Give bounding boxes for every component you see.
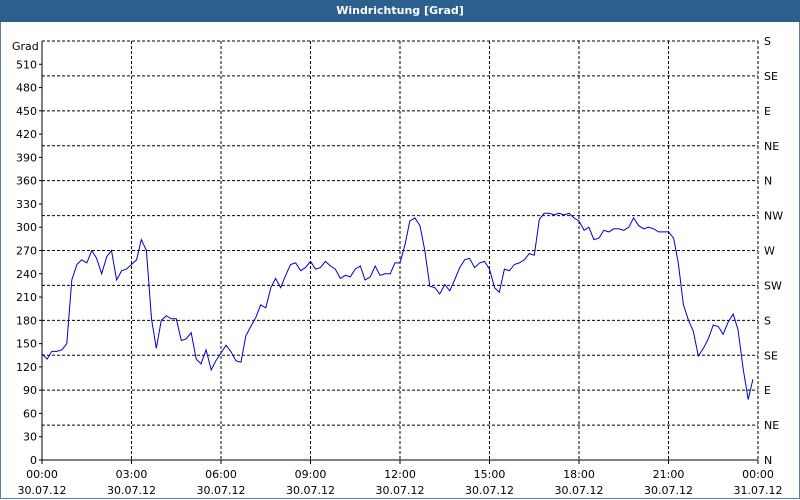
- y-tick-label: 90: [23, 384, 37, 397]
- x-tick-time: 00:00: [742, 468, 774, 481]
- wind-direction-chart: Grad 0 30 60 90 120 150 180 210 240 270 300 330 360 3…: [12, 35, 783, 497]
- compass-tick-label: N: [764, 175, 772, 188]
- compass-tick-label: N: [764, 454, 772, 467]
- x-tick-date: 30.07.12: [197, 484, 246, 497]
- y-tick-label: 390: [16, 151, 37, 164]
- x-tick-date: 30.07.12: [107, 484, 156, 497]
- compass-tick-label: SE: [764, 349, 778, 362]
- y-tick-label: 480: [16, 82, 37, 95]
- y-tick-label: 300: [16, 221, 37, 234]
- y-tick-label: 120: [16, 361, 37, 374]
- grid-lines: [41, 40, 759, 461]
- y-tick-label: 420: [16, 128, 37, 141]
- y-tick-label: 450: [16, 105, 37, 118]
- compass-tick-label: NW: [764, 210, 783, 223]
- x-tick-date: 31.07.12: [734, 484, 783, 497]
- y-tick-labels: 0 30 60 90 120 150 180 210 240 270 300 330 360 390 420…: [16, 58, 42, 467]
- x-tick-time: 03:00: [116, 468, 148, 481]
- compass-tick-label: SE: [764, 70, 778, 83]
- compass-tick-label: S: [764, 314, 771, 327]
- y-tick-label: 270: [16, 245, 37, 258]
- x-tick-date: 30.07.12: [286, 484, 335, 497]
- x-tick-time: 12:00: [384, 468, 416, 481]
- compass-tick-label: NE: [764, 140, 779, 153]
- y-tick-label: 210: [16, 291, 37, 304]
- compass-tick-label: E: [764, 384, 771, 397]
- y-tick-label: 240: [16, 268, 37, 281]
- x-tick-date: 30.07.12: [644, 484, 693, 497]
- x-tick-time: 15:00: [474, 468, 506, 481]
- y-tick-label: 60: [23, 407, 37, 420]
- y-axis-label: Grad: [12, 40, 39, 53]
- x-tick-labels: 00:00 30.07.12 03:00 30.07.12 06:00 30.07.12 0…: [18, 460, 783, 497]
- x-tick-date: 30.07.12: [555, 484, 604, 497]
- x-tick-time: 21:00: [653, 468, 685, 481]
- x-tick-date: 30.07.12: [465, 484, 514, 497]
- y-tick-label: 180: [16, 314, 37, 327]
- compass-tick-label: W: [764, 245, 775, 258]
- x-tick-time: 00:00: [26, 468, 58, 481]
- compass-tick-label: SW: [764, 279, 782, 292]
- series-line-windrichtung: [41, 212, 754, 400]
- x-tick-date: 30.07.12: [18, 484, 67, 497]
- x-tick-time: 06:00: [205, 468, 237, 481]
- y-tick-label: 360: [16, 175, 37, 188]
- compass-tick-label: S: [764, 35, 771, 48]
- y-tick-label: 330: [16, 198, 37, 211]
- y-tick-label: 510: [16, 58, 37, 71]
- compass-tick-label: NE: [764, 419, 779, 432]
- y-tick-label: 0: [30, 454, 37, 467]
- y-tick-label: 150: [16, 338, 37, 351]
- y-tick-label: 30: [23, 431, 37, 444]
- x-tick-time: 18:00: [563, 468, 595, 481]
- x-tick-date: 30.07.12: [376, 484, 425, 497]
- x-tick-time: 09:00: [295, 468, 327, 481]
- compass-tick-label: E: [764, 105, 771, 118]
- compass-tick-labels: N NE E SE S SW W NW N NE E SE S: [764, 35, 783, 467]
